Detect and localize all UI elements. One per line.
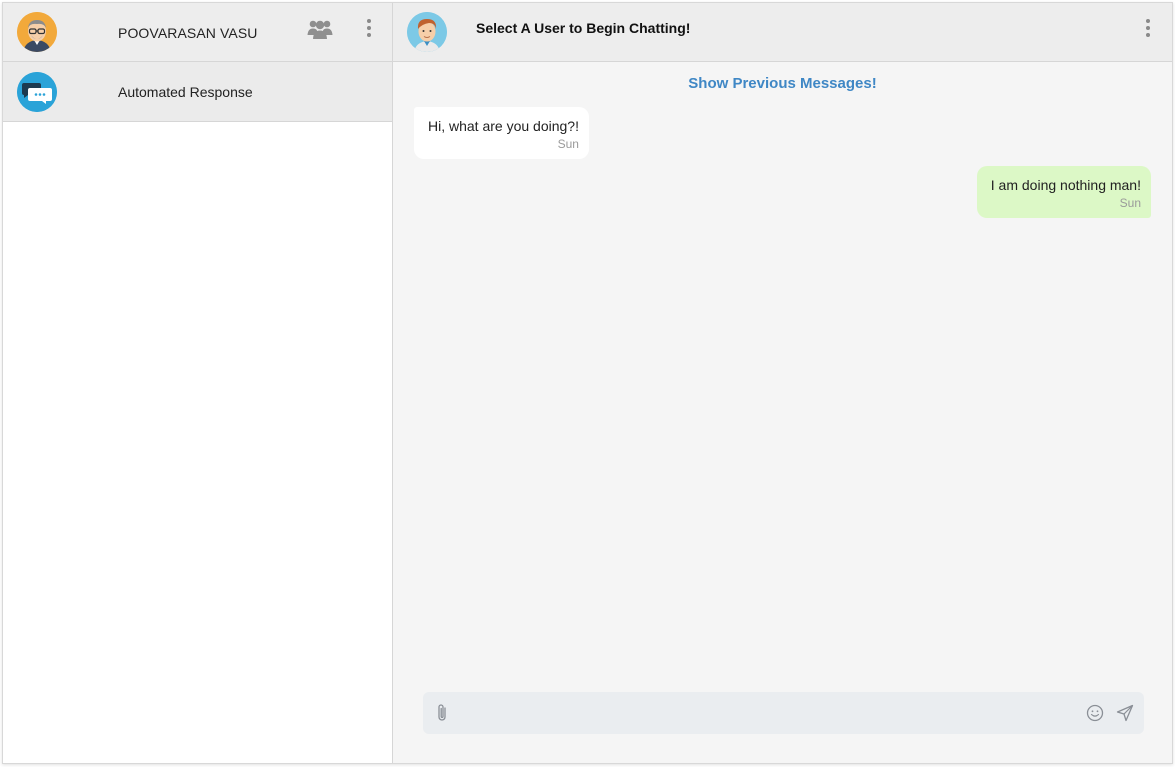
sidebar: POOVARASAN VASU Automated Response xyxy=(3,3,393,763)
chat-panel: Select A User to Begin Chatting! Show Pr… xyxy=(393,3,1172,763)
send-icon[interactable] xyxy=(1114,702,1136,724)
conversation-list-empty-area xyxy=(3,122,392,763)
contact-avatar[interactable] xyxy=(407,12,447,52)
message-list: Show Previous Messages! Hi, what are you… xyxy=(393,62,1172,763)
chat-bubble-icon xyxy=(17,71,57,112)
chat-header: Select A User to Begin Chatting! xyxy=(393,3,1172,62)
conversation-item[interactable]: Automated Response xyxy=(3,62,392,122)
show-previous-messages-link[interactable]: Show Previous Messages! xyxy=(393,75,1172,92)
message-outgoing: I am doing nothing man! Sun xyxy=(976,166,1151,218)
message-incoming: Hi, what are you doing?! Sun xyxy=(414,107,589,159)
chat-more-vertical-icon[interactable] xyxy=(1142,17,1154,39)
user-name: POOVARASAN VASU xyxy=(118,25,258,41)
message-composer xyxy=(423,692,1144,734)
message-text: Hi, what are you doing?! xyxy=(428,118,579,134)
message-time: Sun xyxy=(1119,196,1141,210)
group-icon[interactable] xyxy=(306,16,334,42)
chat-title: Select A User to Begin Chatting! xyxy=(476,20,691,36)
conversation-name: Automated Response xyxy=(118,84,253,100)
sidebar-header: POOVARASAN VASU xyxy=(3,3,392,62)
paperclip-icon[interactable] xyxy=(431,702,453,724)
user-avatar[interactable] xyxy=(17,12,57,52)
message-text: I am doing nothing man! xyxy=(990,177,1141,193)
emoji-icon[interactable] xyxy=(1084,702,1106,724)
message-time: Sun xyxy=(557,137,579,151)
message-input[interactable] xyxy=(457,698,1074,728)
chat-app: POOVARASAN VASU Automated Response Selec… xyxy=(2,2,1173,764)
more-vertical-icon[interactable] xyxy=(363,17,375,39)
